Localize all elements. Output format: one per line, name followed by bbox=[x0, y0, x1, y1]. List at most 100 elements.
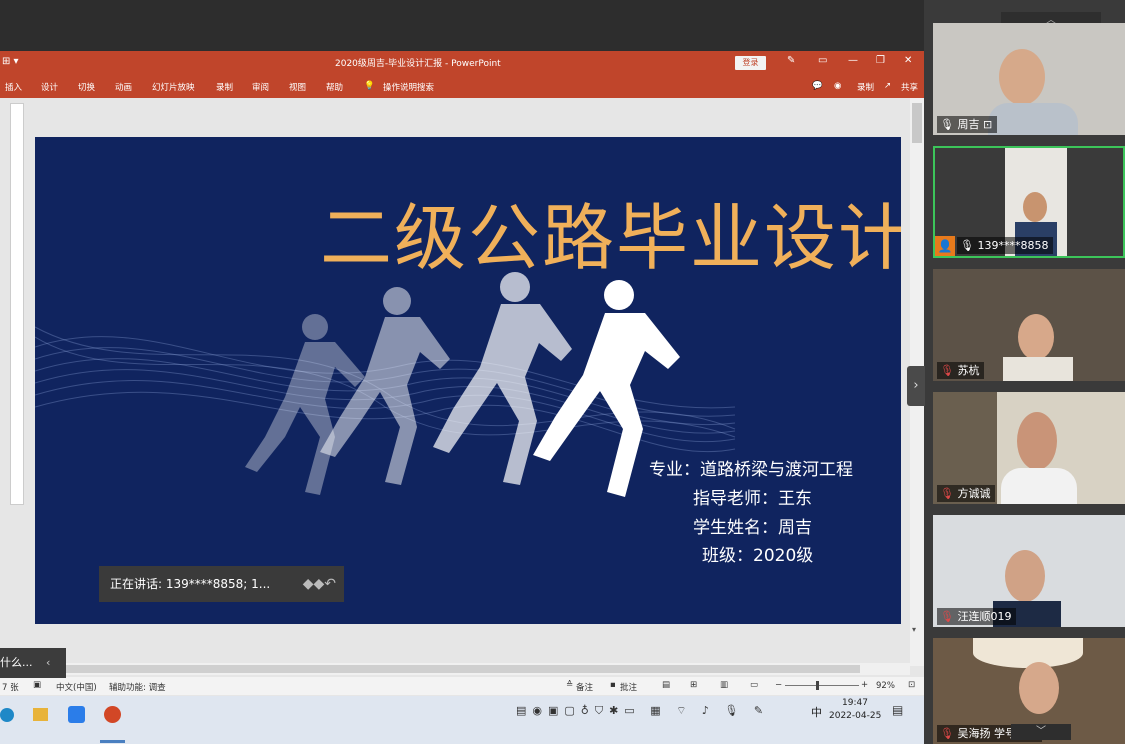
zoom-out-icon[interactable]: − bbox=[775, 680, 782, 690]
share-icon[interactable]: ↗ bbox=[884, 81, 891, 91]
mic-muted-icon: 🎙 bbox=[940, 727, 954, 740]
restore-icon[interactable]: ❐ bbox=[876, 55, 885, 66]
collapse-panel-button[interactable]: › bbox=[907, 366, 925, 406]
mic-muted-icon: 🎙 bbox=[940, 610, 954, 623]
slide-title: 二级公路毕业设计 bbox=[320, 196, 901, 280]
meeting-top-bar bbox=[0, 0, 924, 51]
pen-icon[interactable]: ✎ bbox=[787, 55, 795, 66]
fit-slide-icon[interactable]: ⊡ bbox=[908, 680, 915, 690]
notes-icon[interactable]: ≙ bbox=[566, 680, 573, 690]
participant-name: 方诚诚 bbox=[957, 487, 991, 500]
title-bar: ⊞ ▾ 2020级周吉-毕业设计汇报 - PowerPoint 登录 ✎ ▭ —… bbox=[0, 51, 924, 73]
avatar bbox=[1001, 468, 1077, 504]
participant-name: 汪连顺019 bbox=[957, 610, 1012, 623]
participant-label: 🎙 方诚诚 bbox=[937, 485, 996, 502]
zoom-level[interactable]: 92% bbox=[876, 681, 895, 691]
participant-tile[interactable]: 🎙 周吉 ⊡ bbox=[933, 23, 1125, 135]
share-button[interactable]: 共享 bbox=[901, 81, 918, 93]
participant-name: 139****8858 bbox=[977, 239, 1049, 252]
minimize-icon[interactable]: — bbox=[848, 55, 858, 66]
reading-view-icon[interactable]: ▥ bbox=[720, 680, 728, 690]
speaking-indicator: 正在讲话: 139****8858; 1... ◆◆↶ bbox=[99, 566, 344, 602]
ruler-vertical bbox=[10, 103, 24, 505]
participant-tile[interactable]: 🎙 苏杭 bbox=[933, 269, 1125, 381]
tab-review[interactable]: 审阅 bbox=[252, 81, 269, 93]
participant-name: 周吉 bbox=[957, 118, 980, 131]
speaking-wave-icon: ◆◆↶ bbox=[302, 576, 336, 592]
powerpoint-window: ⊞ ▾ 2020级周吉-毕业设计汇报 - PowerPoint 登录 ✎ ▭ —… bbox=[0, 51, 924, 696]
mic-muted-icon: 🎙 bbox=[940, 364, 954, 377]
spellcheck-icon[interactable]: ▣ bbox=[33, 680, 41, 690]
record-dot-icon[interactable]: ◉ bbox=[834, 81, 841, 91]
clock-time[interactable]: 19:47 bbox=[842, 698, 868, 708]
participant-label: 🎙 139****8858 bbox=[957, 237, 1054, 254]
participant-tile[interactable]: 🎙 汪连顺019 bbox=[933, 515, 1125, 627]
tab-help[interactable]: 帮助 bbox=[326, 81, 343, 93]
login-button[interactable]: 登录 bbox=[735, 56, 766, 70]
comments-icon[interactable]: ▪ bbox=[610, 680, 616, 690]
slide-major: 专业：道路桥梁与渡河工程 bbox=[649, 460, 853, 480]
tell-me-search[interactable]: 操作说明搜索 bbox=[383, 81, 434, 93]
host-icon: 👤 bbox=[935, 236, 955, 256]
tab-record[interactable]: 录制 bbox=[216, 81, 233, 93]
slide-count: 7 张 bbox=[2, 683, 19, 693]
slide-class: 班级：2020级 bbox=[702, 546, 814, 566]
zoom-slider[interactable] bbox=[785, 685, 859, 686]
close-icon[interactable]: ✕ bbox=[904, 55, 912, 66]
tab-transitions[interactable]: 切换 bbox=[78, 81, 95, 93]
popup-text: 什么... bbox=[0, 656, 33, 669]
tooltip-popup[interactable]: 什么... ‹ bbox=[0, 648, 66, 678]
notification-icon[interactable]: ▤ bbox=[892, 703, 903, 717]
notes-button[interactable]: 备注 bbox=[576, 681, 593, 693]
scroll-thumb[interactable] bbox=[912, 103, 922, 143]
chevron-left-icon[interactable]: ‹ bbox=[46, 648, 50, 678]
ime-indicator[interactable]: 中 bbox=[811, 704, 822, 720]
windows-taskbar: ▤◉▣▢♁⛉✱▭ ▦ ⌔ ♪ 🎙 ✎ 中 19:47 2022-04-25 ▤ bbox=[0, 696, 924, 744]
avatar bbox=[1019, 662, 1059, 714]
language-status[interactable]: 中文(中国) bbox=[56, 681, 97, 693]
slide-canvas[interactable]: 二级公路毕业设计 专业：道路桥梁与渡河工程 指导老师：王东 学生姓名：周吉 班级… bbox=[35, 137, 901, 624]
scroll-down-icon[interactable]: ﹀ bbox=[1011, 724, 1071, 740]
sorter-view-icon[interactable]: ⊞ bbox=[690, 680, 697, 690]
clock-date[interactable]: 2022-04-25 bbox=[829, 711, 881, 721]
avatar bbox=[1003, 357, 1073, 381]
mic-muted-icon: 🎙 bbox=[940, 487, 954, 500]
ribbon-display-icon[interactable]: ▭ bbox=[818, 55, 827, 66]
slide-editor: 二级公路毕业设计 专业：道路桥梁与渡河工程 指导老师：王东 学生姓名：周吉 班级… bbox=[0, 98, 924, 666]
quick-access-icon[interactable]: ⊞ ▾ bbox=[2, 56, 19, 67]
speaking-text: 正在讲话: 139****8858; 1... bbox=[110, 577, 271, 591]
tab-slideshow[interactable]: 幻灯片放映 bbox=[152, 81, 195, 93]
scroll-down-icon[interactable]: ▾ bbox=[912, 625, 916, 634]
zoom-in-icon[interactable]: + bbox=[861, 680, 868, 690]
tab-view[interactable]: 视图 bbox=[289, 81, 306, 93]
avatar bbox=[1017, 412, 1057, 470]
avatar bbox=[999, 49, 1045, 105]
avatar bbox=[1023, 192, 1047, 222]
meeting-app-icon[interactable] bbox=[68, 706, 85, 723]
normal-view-icon[interactable]: ▤ bbox=[662, 680, 670, 690]
record-button[interactable]: 录制 bbox=[857, 81, 874, 93]
slide-student: 学生姓名：周吉 bbox=[693, 518, 812, 538]
slideshow-view-icon[interactable]: ▭ bbox=[750, 680, 758, 690]
participant-label: 🎙 苏杭 bbox=[937, 362, 985, 379]
participant-tile[interactable]: 🎙 方诚诚 bbox=[933, 392, 1125, 504]
hscroll-thumb[interactable] bbox=[20, 665, 860, 673]
participant-tile[interactable]: 🎙 吴海扬 学号001 ﹀ bbox=[933, 638, 1125, 744]
lightbulb-icon: 💡 bbox=[364, 81, 375, 91]
tab-insert[interactable]: 插入 bbox=[5, 81, 22, 93]
participant-label: 🎙 汪连顺019 bbox=[937, 608, 1017, 625]
accessibility-status[interactable]: 辅助功能: 调查 bbox=[109, 681, 166, 693]
powerpoint-icon[interactable] bbox=[104, 706, 121, 723]
tab-design[interactable]: 设计 bbox=[41, 81, 58, 93]
comment-icon[interactable]: 💬 bbox=[812, 81, 823, 91]
status-bar: 7 张 ▣ 中文(中国) 辅助功能: 调查 ≙ 备注 ▪ 批注 ▤ ⊞ ▥ ▭ … bbox=[0, 677, 924, 695]
edge-icon[interactable] bbox=[0, 708, 14, 722]
participant-tile-active[interactable]: 👤 🎙 139****8858 bbox=[933, 146, 1125, 258]
tab-animations[interactable]: 动画 bbox=[115, 81, 132, 93]
ceiling-light bbox=[973, 638, 1083, 668]
file-explorer-icon[interactable] bbox=[33, 708, 48, 721]
horizontal-scrollbar[interactable] bbox=[10, 663, 910, 675]
tray-icons[interactable]: ▤◉▣▢♁⛉✱▭ ▦ ⌔ ♪ 🎙 ✎ bbox=[516, 704, 769, 718]
zoom-thumb[interactable] bbox=[816, 681, 819, 690]
comments-button[interactable]: 批注 bbox=[620, 681, 637, 693]
